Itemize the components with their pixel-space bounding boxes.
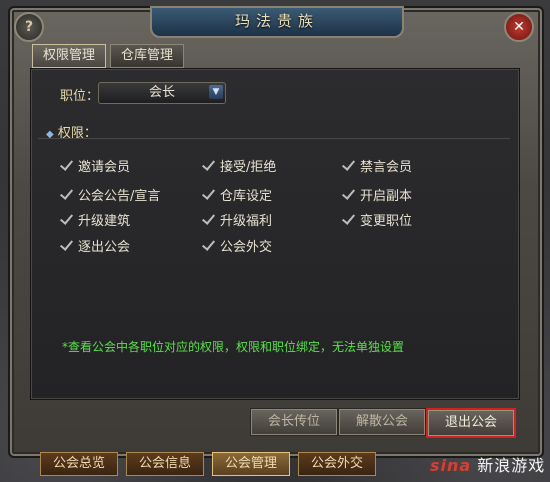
perm-item: 公会外交 [202, 236, 272, 255]
perm-label: 公会外交 [220, 240, 273, 255]
check-icon[interactable] [60, 214, 72, 226]
check-icon[interactable] [202, 240, 214, 252]
close-button[interactable]: ✕ [504, 12, 534, 42]
position-select[interactable]: 会长 ▼ [98, 82, 226, 104]
help-icon: ? [24, 19, 34, 35]
perm-item: 邀请会员 [60, 156, 130, 175]
check-icon[interactable] [60, 160, 72, 172]
check-icon[interactable] [202, 214, 214, 226]
chevron-down-icon: ▼ [209, 85, 223, 99]
tab-guild-overview[interactable]: 公会总览 [40, 452, 118, 476]
perm-label: 变更职位 [360, 214, 413, 229]
watermark-text: 新浪游戏 [477, 456, 546, 475]
close-icon: ✕ [513, 19, 525, 35]
perm-label: 开启副本 [360, 189, 413, 204]
position-value: 会长 [148, 85, 175, 100]
perm-label: 逐出公会 [78, 240, 131, 255]
perm-label: 升级福利 [220, 214, 273, 229]
perm-item: 开启副本 [342, 185, 412, 204]
transfer-leader-button[interactable]: 会长传位 [250, 408, 338, 436]
check-icon[interactable] [60, 189, 72, 201]
perm-item: 仓库设定 [202, 185, 272, 204]
divider [38, 138, 510, 139]
top-tabs: 权限管理 仓库管理 [32, 44, 185, 68]
perm-label: 仓库设定 [220, 189, 273, 204]
perm-item: 公会公告/宣言 [60, 185, 160, 204]
check-icon[interactable] [202, 189, 214, 201]
sina-logo: sina [430, 456, 472, 475]
perm-label: 升级建筑 [78, 214, 131, 229]
check-icon[interactable] [342, 214, 354, 226]
bottom-tabs: 公会总览 公会信息 公会管理 公会外交 [40, 452, 376, 476]
perm-item: 变更职位 [342, 210, 412, 229]
perm-label: 接受/拒绝 [220, 160, 277, 175]
disband-guild-button[interactable]: 解散公会 [338, 408, 426, 436]
perm-label: 邀请会员 [78, 160, 131, 175]
perm-label: 公会公告/宣言 [78, 189, 161, 204]
help-button[interactable]: ? [14, 12, 44, 42]
perm-label: 禁言会员 [360, 160, 413, 175]
check-icon[interactable] [342, 160, 354, 172]
perm-item: 升级福利 [202, 210, 272, 229]
tab-guild-diplomacy[interactable]: 公会外交 [298, 452, 376, 476]
perm-item: 接受/拒绝 [202, 156, 276, 175]
tab-guild-info[interactable]: 公会信息 [126, 452, 204, 476]
tab-permission[interactable]: 权限管理 [32, 44, 107, 68]
check-icon[interactable] [202, 160, 214, 172]
check-icon[interactable] [60, 240, 72, 252]
permission-note: *查看公会中各职位对应的权限，权限和职位绑定，无法单独设置 [62, 340, 405, 354]
position-label: 职位： [60, 89, 100, 104]
tab-warehouse[interactable]: 仓库管理 [110, 44, 185, 68]
perm-item: 升级建筑 [60, 210, 130, 229]
perm-item: 禁言会员 [342, 156, 412, 175]
window-title: 玛法贵族 [150, 6, 404, 38]
leave-guild-button[interactable]: 退出公会 [426, 408, 516, 438]
check-icon[interactable] [342, 189, 354, 201]
sina-watermark: sina 新浪游戏 [430, 452, 545, 476]
tab-guild-management[interactable]: 公会管理 [212, 452, 290, 476]
perm-item: 逐出公会 [60, 236, 130, 255]
